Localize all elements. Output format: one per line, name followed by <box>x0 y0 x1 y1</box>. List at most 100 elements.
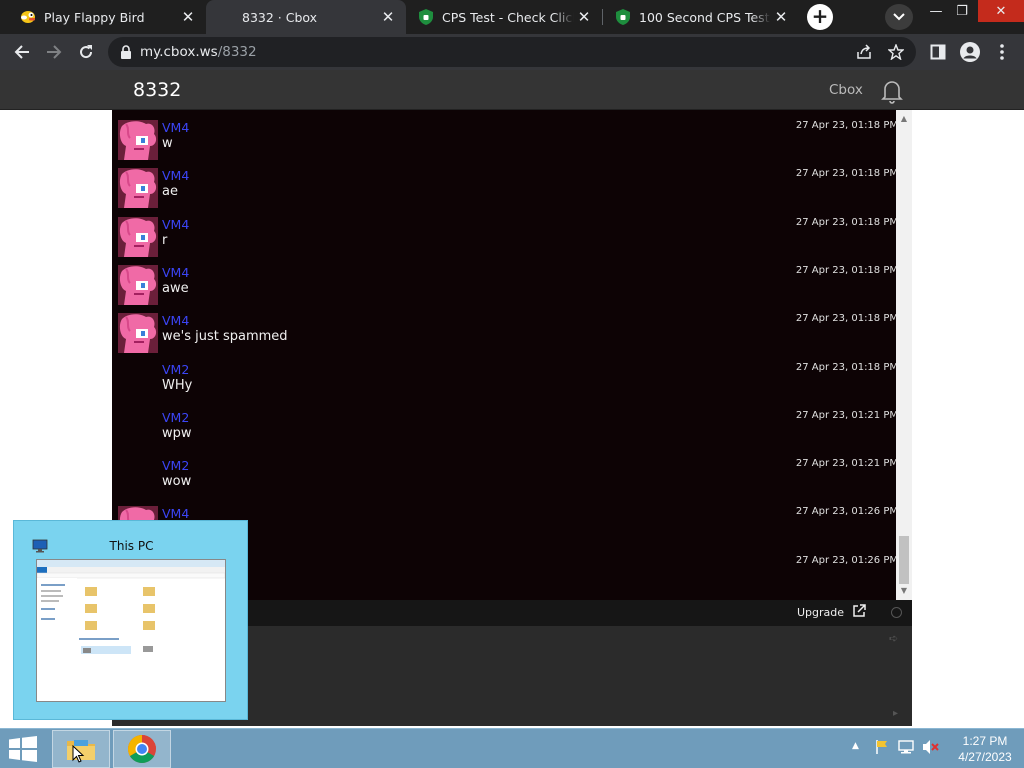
scrollbar-thumb[interactable] <box>899 536 909 584</box>
chat-message: VM2 wpw 27 Apr 23, 01:21 PM <box>118 406 898 454</box>
avatar[interactable] <box>118 264 158 305</box>
message-timestamp: 27 Apr 23, 01:18 PM <box>795 168 898 180</box>
message-timestamp: 27 Apr 23, 01:21 PM <box>795 458 898 470</box>
close-tab-icon[interactable]: ✕ <box>771 7 791 27</box>
more-vert-icon <box>1000 44 1004 60</box>
network-icon[interactable] <box>898 739 914 755</box>
chat-message: VM4 ae 27 Apr 23, 01:18 PM <box>118 164 898 212</box>
bell-icon[interactable] <box>879 78 905 104</box>
message-text: wow <box>162 474 192 490</box>
forward-button[interactable] <box>40 38 68 66</box>
star-icon[interactable] <box>888 44 904 60</box>
taskbar-thumbnail-preview[interactable]: This PC <box>13 520 248 720</box>
message-username[interactable]: VM4 <box>162 168 189 183</box>
message-timestamp: 27 Apr 23, 01:18 PM <box>795 216 898 228</box>
message-text: ae <box>162 184 178 200</box>
message-username[interactable]: VM4 <box>162 265 189 280</box>
chat-message: VM4 we's just spammed 27 Apr 23, 01:18 PM <box>118 309 898 357</box>
close-window-button[interactable]: ✕ <box>978 0 1024 22</box>
close-tab-icon[interactable]: ✕ <box>378 7 398 27</box>
avatar[interactable] <box>118 313 158 354</box>
arrow-left-icon <box>14 45 29 59</box>
message-username[interactable]: VM2 <box>162 410 189 425</box>
message-username[interactable]: VM2 <box>162 362 189 377</box>
message-text: wpw <box>162 425 192 441</box>
message-text: WHy <box>162 377 193 393</box>
share-icon[interactable] <box>856 44 872 60</box>
tab-100-second-cps-test[interactable]: 100 Second CPS Test - Th ✕ <box>603 0 799 34</box>
tab-search-button[interactable] <box>885 4 913 30</box>
close-tab-icon[interactable]: ✕ <box>178 7 198 27</box>
chat-scrollbar[interactable]: ▲ ▼ <box>896 110 912 600</box>
reload-icon <box>80 45 93 59</box>
cbox-header: 8332 Cbox <box>0 70 1024 110</box>
chat-message: VM4 w 27 Apr 23, 01:18 PM <box>118 116 898 164</box>
thumbnail-window-preview <box>36 559 226 702</box>
message-text: w <box>162 136 173 151</box>
back-button[interactable] <box>8 38 36 66</box>
tab-cps-test[interactable]: CPS Test - Check Clicks p ✕ <box>406 0 602 34</box>
message-username[interactable]: VM4 <box>162 313 189 328</box>
action-center-flag-icon[interactable] <box>874 739 890 755</box>
tab-title: 100 Second CPS Test - Th <box>639 9 771 25</box>
close-tab-icon[interactable]: ✕ <box>574 7 594 27</box>
new-tab-button[interactable]: + <box>807 4 833 30</box>
message-username[interactable]: VM4 <box>162 120 189 135</box>
cbox-link[interactable]: Cbox <box>829 82 863 98</box>
message-timestamp: 27 Apr 23, 01:18 PM <box>795 264 898 276</box>
scroll-down-arrow-icon[interactable]: ▼ <box>899 586 909 596</box>
tab-flappy-bird[interactable]: Play Flappy Bird ✕ <box>8 0 206 34</box>
page-title: 8332 <box>133 79 182 101</box>
clock-date: 4/27/2023 <box>958 750 1012 764</box>
status-circle-icon[interactable] <box>891 607 902 618</box>
browser-toolbar: my.cbox.ws/8332 <box>0 34 1024 70</box>
tab-title: 8332 · Cbox <box>242 9 318 25</box>
send-icon[interactable]: ➪ <box>889 632 898 645</box>
tab-title: CPS Test - Check Clicks p <box>442 9 574 25</box>
message-text: awe <box>162 280 189 296</box>
flappy-bird-icon <box>20 9 36 25</box>
upgrade-link[interactable]: Upgrade <box>797 606 844 619</box>
windows-taskbar: ▲ 1:27 PM 4/27/2023 <box>0 728 1024 768</box>
browser-tab-strip: Play Flappy Bird ✕ 8332 · Cbox ✕ CPS Tes… <box>0 0 1024 34</box>
shield-icon <box>615 9 631 25</box>
mouse-cursor-icon <box>72 745 85 763</box>
tab-cbox[interactable]: 8332 · Cbox ✕ <box>206 0 406 34</box>
chrome-taskbar-button[interactable] <box>113 730 171 768</box>
message-timestamp: 27 Apr 23, 01:26 PM <box>795 554 898 566</box>
profile-button[interactable] <box>956 38 984 66</box>
chat-message: VM4 r 27 Apr 23, 01:18 PM <box>118 213 898 261</box>
avatar[interactable] <box>118 120 158 160</box>
message-username[interactable]: VM4 <box>162 217 189 232</box>
message-timestamp: 27 Apr 23, 01:21 PM <box>795 409 898 421</box>
system-clock[interactable]: 1:27 PM 4/27/2023 <box>950 733 1020 765</box>
clock-time: 1:27 PM <box>962 734 1008 748</box>
url-path: /8332 <box>217 44 257 60</box>
side-panel-icon <box>930 44 946 60</box>
restore-button[interactable]: ❐ <box>946 0 978 22</box>
avatar[interactable] <box>118 168 158 209</box>
menu-button[interactable] <box>988 38 1016 66</box>
thumbnail-title: This PC <box>109 539 154 553</box>
chat-message: VM2 wow 27 Apr 23, 01:21 PM <box>118 454 898 502</box>
reload-button[interactable] <box>72 38 100 66</box>
avatar-icon <box>960 42 980 62</box>
windows-start-icon[interactable] <box>8 736 38 762</box>
show-hidden-icons-icon[interactable]: ▲ <box>852 741 859 751</box>
external-link-icon[interactable] <box>852 604 866 618</box>
message-username[interactable]: VM2 <box>162 458 189 473</box>
chat-message: VM2 WHy 27 Apr 23, 01:18 PM <box>118 358 898 406</box>
expand-arrow-icon[interactable]: ▸ <box>893 708 898 719</box>
chat-message: VM4 awe 27 Apr 23, 01:18 PM <box>118 261 898 309</box>
scroll-up-arrow-icon[interactable]: ▲ <box>899 114 909 124</box>
avatar[interactable] <box>118 216 158 257</box>
message-timestamp: 27 Apr 23, 01:26 PM <box>795 506 898 518</box>
chevron-down-icon <box>893 13 905 21</box>
tab-title: Play Flappy Bird <box>44 9 145 25</box>
side-panel-button[interactable] <box>924 38 952 66</box>
address-bar[interactable]: my.cbox.ws/8332 <box>108 37 916 67</box>
message-timestamp: 27 Apr 23, 01:18 PM <box>795 361 898 373</box>
lock-icon <box>121 45 131 59</box>
speaker-muted-icon[interactable] <box>922 739 940 755</box>
url-host: my.cbox.ws <box>140 44 218 60</box>
